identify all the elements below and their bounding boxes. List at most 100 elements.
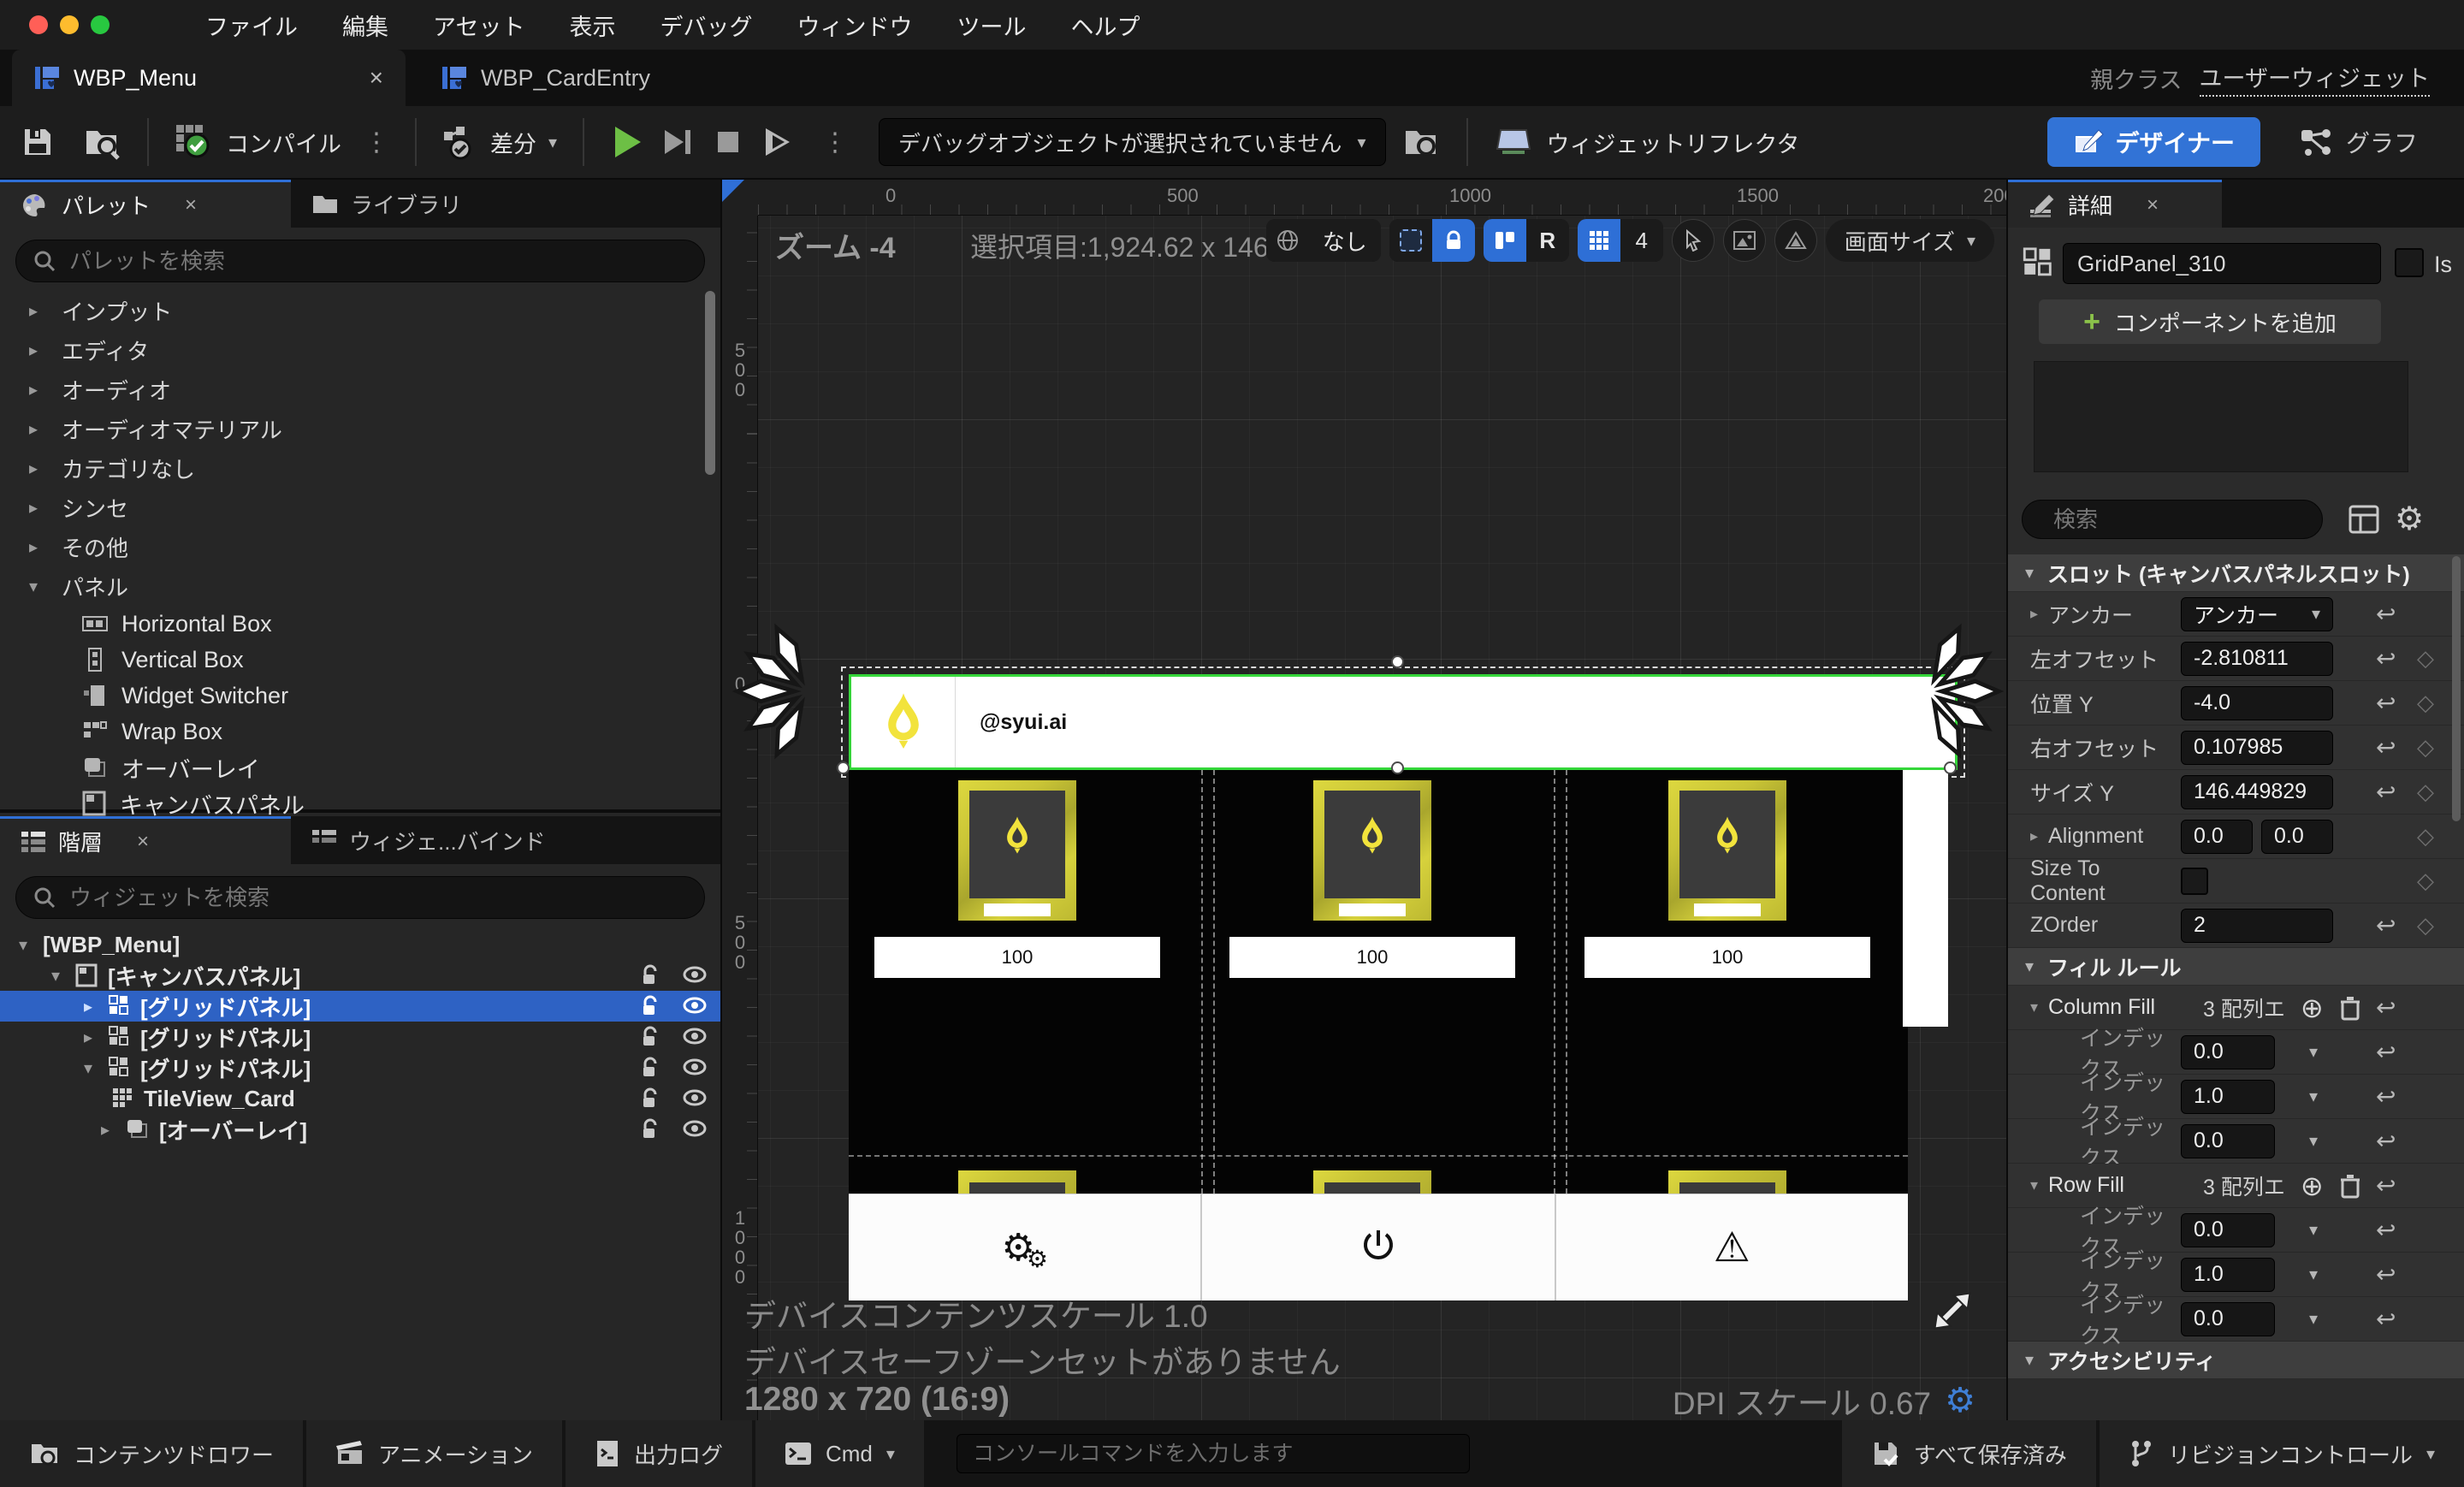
menu-help[interactable]: ヘルプ [1070,9,1140,42]
card-widget-row2[interactable] [1668,1170,1786,1194]
palette-category-panel[interactable]: ▾ パネル [0,566,720,606]
step-forward-button[interactable] [661,123,696,161]
add-component-button[interactable]: + コンポーネントを追加 [2039,299,2381,344]
palette-category-audio-material[interactable]: ▸ オーディオマテリアル [0,409,720,448]
chevron-down-icon[interactable]: ▾ [2309,1264,2318,1285]
designer-viewport[interactable]: 0 500 1000 1500 200 500 0 500 1000 ズーム -… [722,180,2006,1420]
reset-icon[interactable]: ↩ [2376,911,2396,939]
position-y-input[interactable]: -4.0 [2181,685,2333,720]
tree-node-grid-panel-3[interactable]: ▾ [グリッドパネル] [0,1052,720,1083]
reset-icon[interactable]: ↩ [2376,1305,2396,1333]
hierarchy-search-input[interactable] [69,884,687,911]
caret-down-icon[interactable]: ▾ [2030,1176,2038,1194]
reset-icon[interactable]: ↩ [2376,1038,2396,1066]
card-widget[interactable] [958,780,1076,921]
card-widget-row2[interactable] [1313,1170,1431,1194]
browse-debug-icon[interactable] [1403,124,1441,160]
visibility-icon[interactable] [683,1057,707,1077]
respect-locks-toggle[interactable]: R [1525,219,1569,262]
grid-snap-button[interactable] [1577,219,1620,262]
localization-preview-button[interactable] [1265,219,1309,262]
content-drawer-button[interactable]: コンテンツドロワー [0,1420,304,1487]
palette-category-audio[interactable]: ▸ オーディオ [0,370,720,409]
close-icon[interactable]: × [137,830,149,854]
right-offset-input[interactable]: 0.107985 [2181,730,2333,765]
size-to-content-checkbox[interactable] [2181,867,2208,895]
compile-button[interactable]: コンパイル ⋮ [175,123,389,161]
close-icon[interactable]: × [370,64,383,92]
visibility-icon[interactable] [683,1118,707,1139]
anchor-handle-left[interactable] [732,616,883,767]
caret-down-icon[interactable]: ▾ [46,965,65,986]
reset-icon[interactable]: ↩ [2376,1082,2396,1111]
bind-diamond-icon[interactable]: ◇ [2417,779,2434,805]
stop-button[interactable] [713,123,743,161]
widget-reflector-button[interactable]: ウィジェットリフレクタ [1494,125,1799,159]
chevron-down-icon[interactable]: ▾ [2309,1086,2318,1107]
tree-node-wbp-menu[interactable]: ▾ [WBP_Menu] [0,929,720,960]
diff-button[interactable]: 差分 ▾ [442,123,557,161]
bind-diamond-icon[interactable]: ◇ [2417,645,2434,672]
bind-diamond-icon[interactable]: ◇ [2417,912,2434,939]
parent-class-link[interactable]: ユーザーウィジェット [2199,60,2430,97]
resize-handle-bottom-left[interactable] [837,761,850,774]
tab-palette[interactable]: パレット × [0,180,291,228]
menu-edit[interactable]: 編集 [342,9,388,42]
palette-search[interactable] [15,240,705,282]
grid-snap-size[interactable]: 4 [1620,219,1663,262]
chevron-down-icon[interactable]: ▾ [2309,1308,2318,1330]
close-window-button[interactable] [29,15,48,34]
caret-right-icon[interactable]: ▸ [96,1119,115,1140]
palette-scrollbar[interactable] [705,291,715,475]
zoom-window-button[interactable] [91,15,110,34]
menu-window[interactable]: ウィンドウ [797,9,912,42]
reset-icon[interactable]: ↩ [2376,1216,2396,1244]
palette-category-editor[interactable]: ▸ エディタ [0,330,720,370]
graph-mode-button[interactable]: グラフ [2300,125,2418,159]
tab-details[interactable]: 詳細 × [2008,180,2222,228]
reset-icon[interactable]: ↩ [2376,1171,2396,1200]
menu-debug[interactable]: デバッグ [660,9,752,42]
tab-wbp-menu[interactable]: WBP_Menu × [12,50,406,106]
minimize-window-button[interactable] [60,15,79,34]
add-element-icon[interactable]: ⊕ [2301,992,2324,1024]
compile-options-icon[interactable]: ⋮ [364,127,389,157]
palette-item-widget-switcher[interactable]: Widget Switcher [0,678,720,714]
visibility-icon[interactable] [683,1087,707,1108]
caret-down-icon[interactable]: ▾ [79,1057,98,1079]
index-value-input[interactable]: 0.0 [2181,1034,2275,1069]
palette-category-uncategorized[interactable]: ▸ カテゴリなし [0,448,720,488]
preview-none-button[interactable]: なし [1308,219,1381,262]
reset-icon[interactable]: ↩ [2376,993,2396,1022]
palette-item-wrap-box[interactable]: Wrap Box [0,714,720,749]
tree-node-canvas-panel[interactable]: ▾ [キャンバスパネル] [0,960,720,991]
palette-item-overlay[interactable]: オーバーレイ [0,749,720,785]
display-filter-icon[interactable] [2348,505,2379,534]
anchor-dropdown[interactable]: アンカー ▾ [2181,596,2333,631]
lock-icon[interactable] [640,1057,660,1079]
cmd-dropdown[interactable]: Cmd ▾ [755,1420,924,1487]
menu-tools[interactable]: ツール [957,9,1026,42]
power-cell[interactable] [1202,1194,1556,1300]
reset-icon[interactable]: ↩ [2376,689,2396,717]
lock-icon[interactable] [640,1118,660,1140]
debug-object-dropdown[interactable]: デバッグオブジェクトが選択されていません ▾ [879,118,1386,166]
close-icon[interactable]: × [2147,193,2159,217]
close-icon[interactable]: × [185,193,197,217]
bind-diamond-icon[interactable]: ◇ [2417,734,2434,761]
details-search[interactable] [2022,500,2340,539]
section-slot[interactable]: ▾ スロット (キャンバスパネルスロット) [2008,554,2464,592]
details-search-input[interactable] [2053,506,2340,533]
mirror-preview-button[interactable] [1774,219,1817,262]
tab-wbp-cardentry[interactable]: WBP_CardEntry [419,50,672,106]
alignment-y-input[interactable]: 0.0 [2261,819,2333,854]
index-value-input[interactable]: 0.0 [2181,1301,2275,1336]
console-input[interactable] [956,1434,1470,1473]
caret-right-icon[interactable]: ▸ [79,996,98,1017]
trash-icon[interactable] [2339,1173,2361,1199]
tab-widget-bind[interactable]: ウィジェ...バインド [291,816,566,864]
reset-icon[interactable]: ↩ [2376,733,2396,761]
hierarchy-search[interactable] [15,876,705,919]
trash-icon[interactable] [2339,995,2361,1021]
caret-right-icon[interactable]: ▸ [2030,827,2038,845]
